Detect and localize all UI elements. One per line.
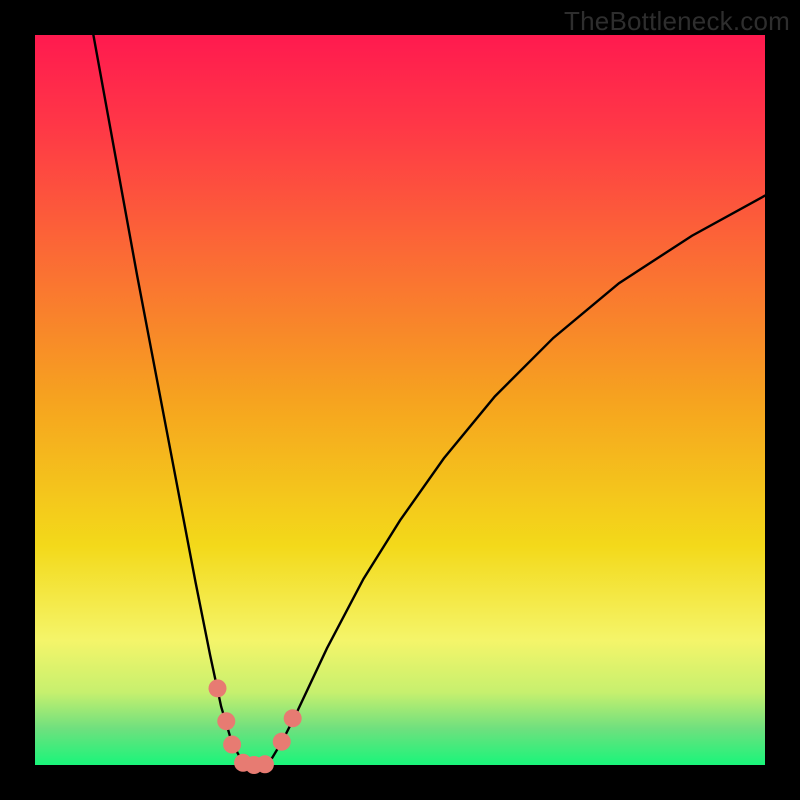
marker-left-low	[223, 736, 241, 754]
watermark-text: TheBottleneck.com	[564, 6, 790, 37]
marker-right-top	[284, 709, 302, 727]
chart-background-gradient	[35, 35, 765, 765]
marker-floor-c	[256, 755, 274, 773]
chart-frame: TheBottleneck.com	[0, 0, 800, 800]
marker-left-top	[209, 679, 227, 697]
marker-left-mid	[217, 712, 235, 730]
bottleneck-curve-chart	[0, 0, 800, 800]
marker-right-low	[273, 733, 291, 751]
